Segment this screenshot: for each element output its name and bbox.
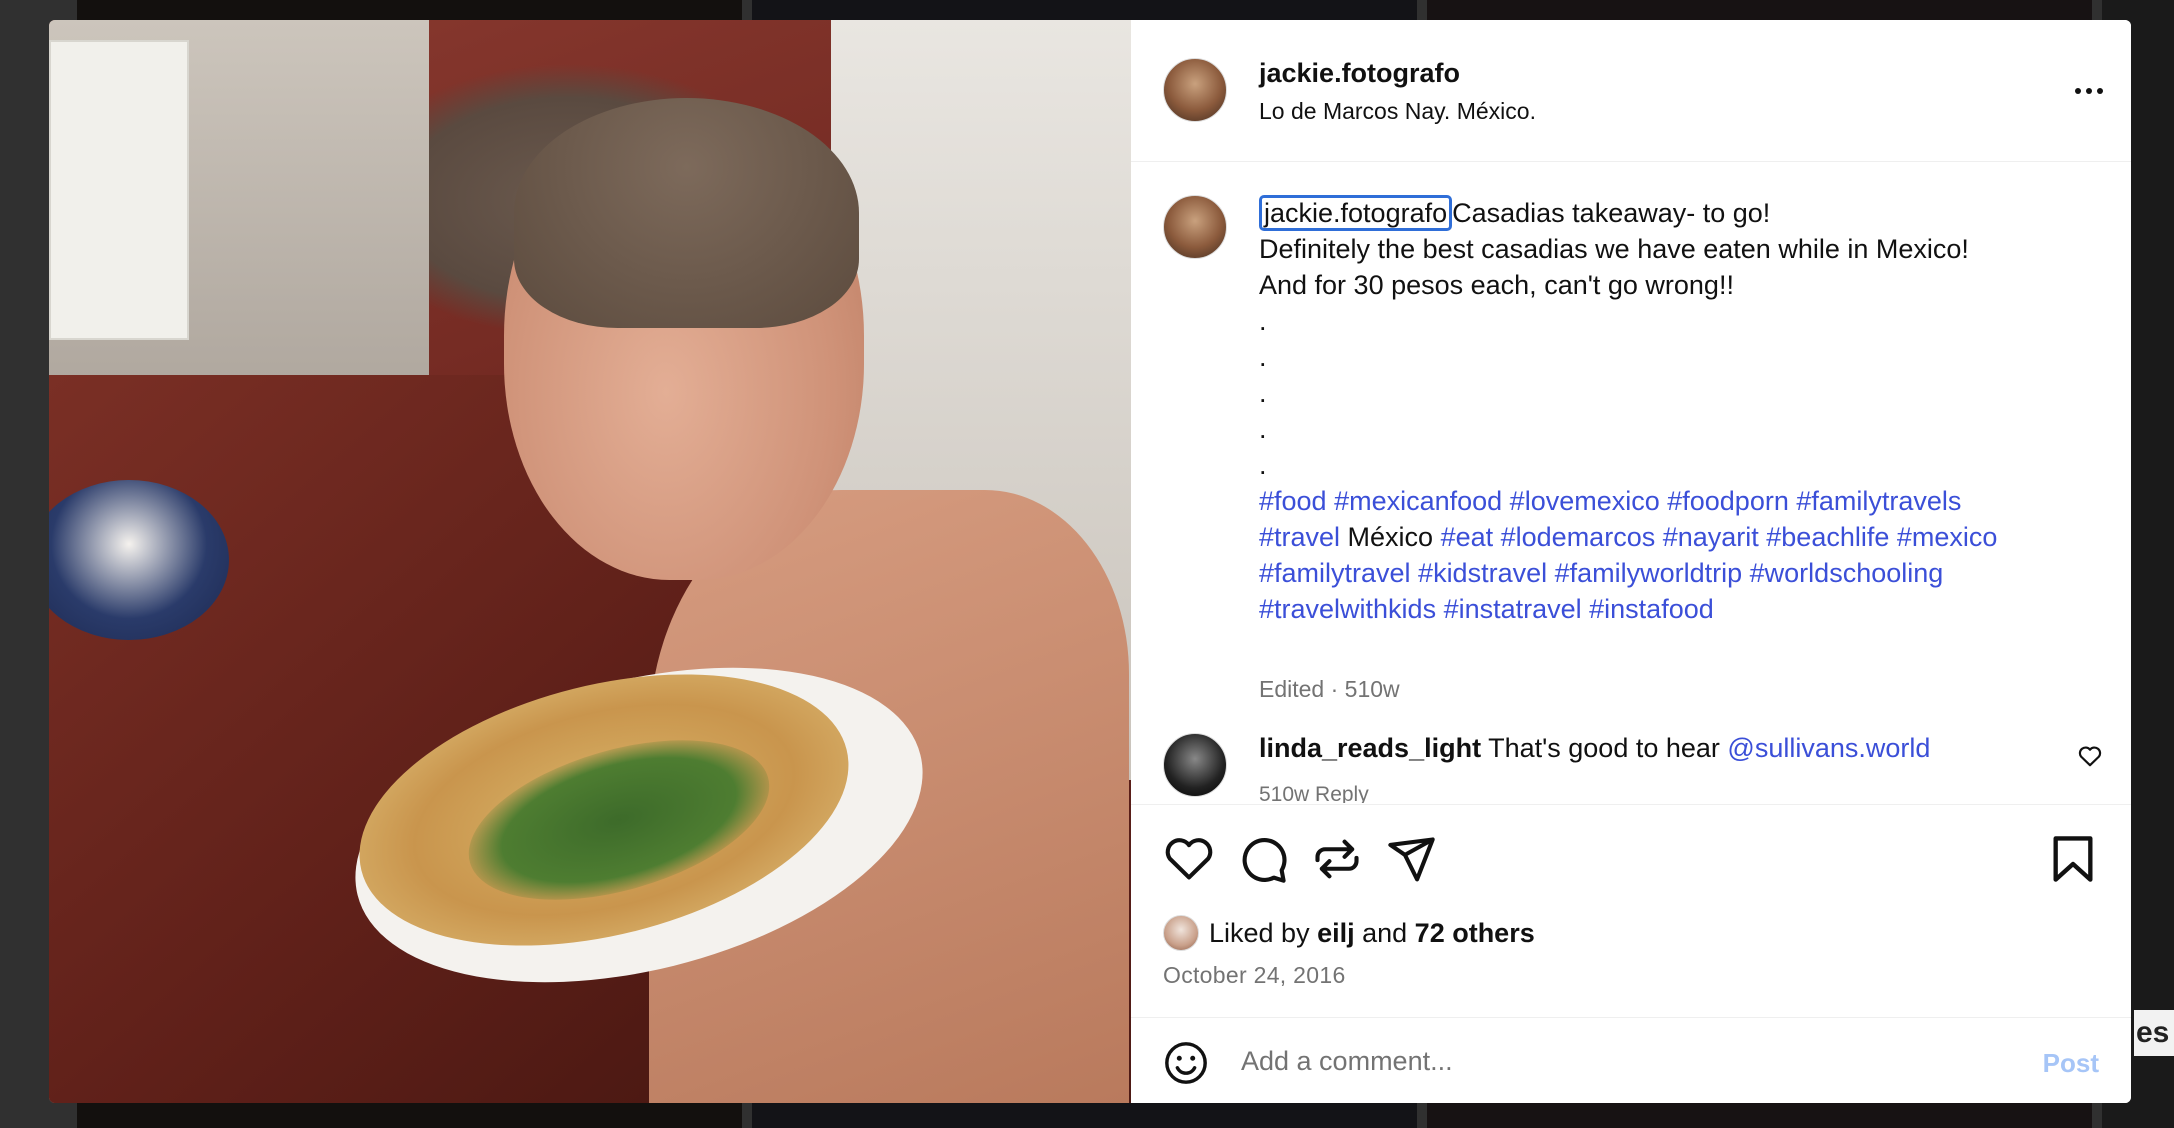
hashtags-line-2[interactable]: #eat #lodemarcos #nayarit #beachlife #me…	[1441, 522, 1998, 552]
comments-scroll-area[interactable]: jackie.fotografo Casadias takeaway- to go…	[1131, 163, 2131, 803]
share-icon[interactable]	[1385, 833, 1437, 885]
add-comment-bar: Post	[1131, 1017, 2131, 1103]
commenter-avatar[interactable]	[1163, 733, 1227, 797]
post-side-panel: jackie.fotografo Lo de Marcos Nay. Méxic…	[1131, 20, 2131, 1103]
hashtags-line-1[interactable]: #food #mexicanfood #lovemexico #foodporn…	[1259, 486, 1961, 516]
repost-icon[interactable]	[1311, 833, 1363, 885]
post-modal: jackie.fotografo Lo de Marcos Nay. Méxic…	[49, 20, 2131, 1103]
author-avatar[interactable]	[1163, 58, 1227, 122]
photo-stove	[49, 40, 189, 340]
comment-icon[interactable]	[1237, 833, 1289, 885]
comment-mention[interactable]: @sullivans.world	[1727, 733, 1930, 763]
liker-username[interactable]: eilj	[1317, 918, 1355, 948]
liker-avatar[interactable]	[1163, 915, 1199, 951]
photo-boy-hair	[514, 98, 859, 328]
comment-input[interactable]	[1241, 1036, 2001, 1086]
bookmark-icon[interactable]	[2047, 833, 2099, 885]
post-photo[interactable]	[49, 20, 1131, 1103]
more-options-icon[interactable]	[2069, 76, 2109, 106]
caption-author-avatar[interactable]	[1163, 195, 1227, 259]
caption-text: jackie.fotografo Casadias takeaway- to go…	[1259, 195, 2099, 627]
caption-mexico-text: México	[1340, 522, 1441, 552]
hashtags-line-3[interactable]: #familytravel #kidstravel #familyworldtr…	[1259, 558, 1943, 588]
post-actions: Liked by eilj and 72 others October 24, …	[1131, 804, 2131, 1103]
caption-line-1: Casadias takeaway- to go!	[1452, 198, 1771, 228]
comment-like-heart-icon[interactable]	[2077, 743, 2103, 769]
comment-body: That's good to hear	[1488, 733, 1728, 763]
caption-author-link[interactable]: jackie.fotografo	[1259, 195, 1453, 231]
caption-dot: .	[1259, 378, 1267, 408]
likes-others-link[interactable]: 72 others	[1415, 918, 1535, 948]
likes-summary: Liked by eilj and 72 others	[1163, 915, 1535, 951]
post-location[interactable]: Lo de Marcos Nay. México.	[1259, 98, 1536, 125]
feed-peek-text: es	[2134, 1010, 2174, 1056]
hashtags-line-4[interactable]: #travelwithkids #instatravel #instafood	[1259, 594, 1714, 624]
caption-line-3: And for 30 pesos each, can't go wrong!!	[1259, 270, 1734, 300]
author-username[interactable]: jackie.fotografo	[1259, 58, 1460, 89]
caption-dot: .	[1259, 342, 1267, 372]
caption-edited-meta: Edited · 510w	[1259, 676, 1400, 702]
commenter-username[interactable]: linda_reads_light	[1259, 733, 1481, 763]
comment-text: linda_reads_light That's good to hear @s…	[1259, 733, 2039, 764]
emoji-icon[interactable]	[1163, 1040, 1209, 1086]
likes-prefix: Liked by	[1209, 917, 1318, 948]
caption-dot: .	[1259, 450, 1267, 480]
post-date[interactable]: October 24, 2016	[1163, 962, 1346, 989]
caption-line-2: Definitely the best casadias we have eat…	[1259, 234, 1969, 264]
caption-dot: .	[1259, 414, 1267, 444]
comment-meta[interactable]: 510w Reply	[1259, 783, 1369, 803]
caption-dot: .	[1259, 306, 1267, 336]
post-comment-button[interactable]: Post	[2043, 1048, 2099, 1079]
post-header: jackie.fotografo Lo de Marcos Nay. Méxic…	[1131, 20, 2131, 162]
hashtag-travel[interactable]: #travel	[1259, 522, 1340, 552]
likes-middle: and	[1354, 917, 1415, 948]
heart-icon[interactable]	[1163, 833, 1215, 885]
